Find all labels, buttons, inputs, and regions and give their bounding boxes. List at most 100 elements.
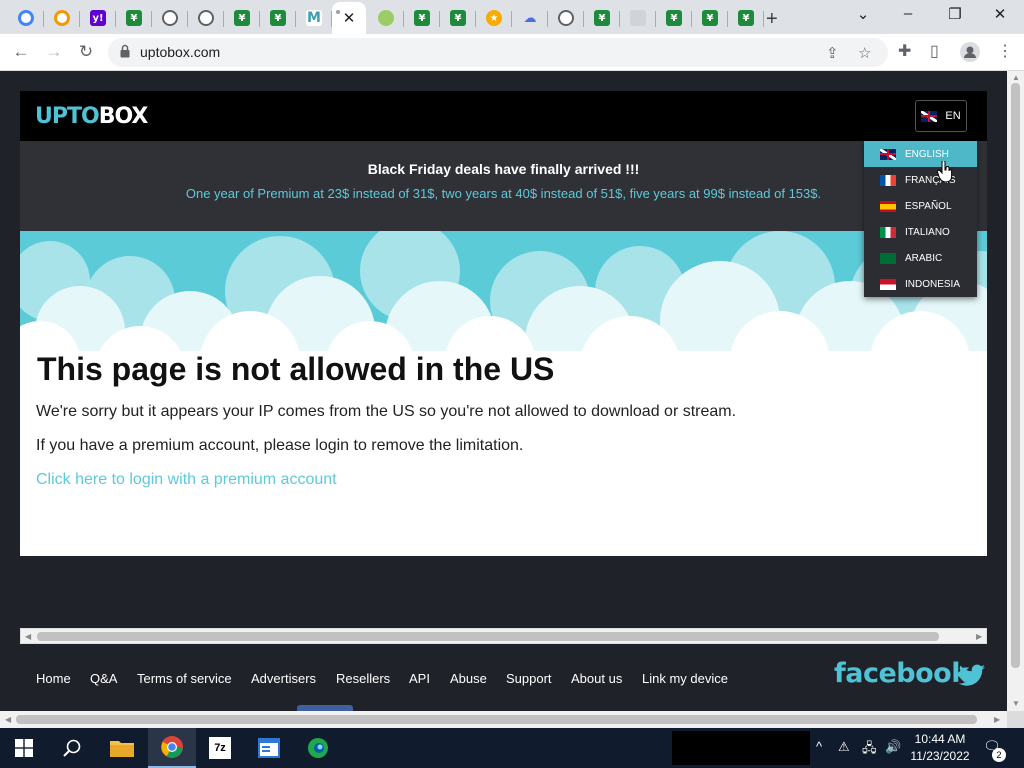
- forward-icon[interactable]: →: [42, 40, 66, 64]
- footer-link-support[interactable]: Support: [506, 671, 552, 686]
- footer-link-api[interactable]: API: [409, 671, 430, 686]
- facebook-logo[interactable]: facebook: [834, 658, 969, 689]
- footer-link-advertisers[interactable]: Advertisers: [251, 671, 316, 686]
- profile-avatar-icon[interactable]: [960, 42, 980, 62]
- browser-tab[interactable]: ¥: [584, 4, 620, 32]
- browser-tab[interactable]: ¥: [692, 4, 728, 32]
- m-icon: M: [306, 10, 322, 26]
- windows-logo-icon: [15, 739, 33, 757]
- language-label: INDONESIA: [905, 278, 961, 290]
- close-window-button[interactable]: ✕: [985, 5, 1015, 23]
- browser-tab[interactable]: ¥: [260, 4, 296, 32]
- footer-link-home[interactable]: Home: [36, 671, 71, 686]
- app-window-button[interactable]: [245, 728, 293, 768]
- footer-link-abuse[interactable]: Abuse: [450, 671, 487, 686]
- scroll-up-icon[interactable]: ▲: [1012, 73, 1020, 82]
- start-button[interactable]: [0, 728, 48, 768]
- bookmark-star-icon[interactable]: ☆: [858, 44, 871, 62]
- tray-expand-icon[interactable]: ^: [816, 739, 822, 754]
- browser-tab[interactable]: ★: [476, 4, 512, 32]
- window-app-icon: [258, 738, 280, 758]
- page-heading: This page is not allowed in the US: [37, 351, 555, 387]
- browser-tab[interactable]: [368, 4, 404, 32]
- footer-link-terms[interactable]: Terms of service: [137, 671, 232, 686]
- browser-tab[interactable]: [188, 4, 224, 32]
- promo-banner: Black Friday deals have finally arrived …: [20, 141, 987, 231]
- share-icon[interactable]: ⇪: [826, 44, 839, 62]
- vertical-scrollbar-thumb[interactable]: [1011, 83, 1020, 668]
- file-explorer-button[interactable]: [98, 728, 146, 768]
- page-viewport: UPTOBOX EN Black Friday deals have final…: [0, 71, 1007, 711]
- language-option-indonesia[interactable]: INDONESIA: [864, 271, 977, 297]
- uptobox-icon: ¥: [126, 10, 142, 26]
- edge-button[interactable]: [294, 728, 342, 768]
- inner-horizontal-scrollbar[interactable]: ◀ ▶: [20, 628, 987, 644]
- taskbar-search-area[interactable]: [672, 731, 810, 765]
- scroll-left-icon[interactable]: ◀: [5, 715, 11, 724]
- scroll-right-icon[interactable]: ▶: [976, 632, 982, 641]
- premium-login-link[interactable]: Click here to login with a premium accou…: [36, 471, 337, 489]
- search-button[interactable]: [48, 728, 96, 768]
- horizontal-scrollbar-thumb[interactable]: [16, 715, 977, 724]
- language-option-arabic[interactable]: ARABIC: [864, 245, 977, 271]
- browser-tab[interactable]: [548, 4, 584, 32]
- reload-icon[interactable]: ↻: [74, 40, 98, 64]
- restore-button[interactable]: ❐: [940, 5, 970, 23]
- extensions-icon[interactable]: ✚: [898, 41, 911, 61]
- browser-tab[interactable]: ¥: [656, 4, 692, 32]
- tab-separator: [763, 11, 764, 27]
- language-option-francais[interactable]: FRANÇAIS: [864, 167, 977, 193]
- footer-link-about[interactable]: About us: [571, 671, 622, 686]
- site-footer: Home Q&A Terms of service Advertisers Re…: [20, 644, 987, 711]
- close-icon[interactable]: ✕: [343, 9, 356, 27]
- browser-tab[interactable]: ¥: [224, 4, 260, 32]
- browser-tab[interactable]: [152, 4, 188, 32]
- inner-scrollbar-thumb[interactable]: [37, 632, 939, 641]
- browser-tab[interactable]: ✕: [332, 2, 366, 34]
- tab-strip: Gy! ¥ ¥ ¥ M ✕ ¥ ¥ ★ ☁ ¥ ¥ ¥ ¥ + ⌄ – ❐ ✕: [0, 0, 1024, 34]
- language-option-italiano[interactable]: ITALIANO: [864, 219, 977, 245]
- network-icon[interactable]: 🖧: [862, 739, 877, 761]
- scroll-left-icon[interactable]: ◀: [25, 632, 31, 641]
- side-panel-icon[interactable]: ▯: [930, 41, 939, 61]
- chrome-taskbar-button[interactable]: [148, 728, 196, 768]
- page-horizontal-scrollbar[interactable]: ◀ ▶: [0, 711, 1007, 728]
- clock-time[interactable]: 10:44 AM: [905, 732, 975, 746]
- browser-tab[interactable]: y!: [80, 4, 116, 32]
- footer-link-device[interactable]: Link my device: [642, 671, 728, 686]
- address-bar[interactable]: uptobox.com ⇪ ☆: [108, 38, 888, 67]
- language-selector-button[interactable]: EN: [915, 100, 967, 132]
- footer-link-resellers[interactable]: Resellers: [336, 671, 390, 686]
- twitter-bird-icon[interactable]: [958, 664, 986, 686]
- browser-tab[interactable]: ☁: [512, 4, 548, 32]
- browser-tab[interactable]: ¥: [116, 4, 152, 32]
- browser-tab[interactable]: M: [296, 4, 332, 32]
- uptobox-logo[interactable]: UPTOBOX: [35, 104, 148, 129]
- footer-link-qa[interactable]: Q&A: [90, 671, 117, 686]
- new-tab-button[interactable]: +: [766, 8, 778, 31]
- browser-tab[interactable]: G: [8, 4, 44, 32]
- volume-icon[interactable]: 🔊: [885, 739, 901, 755]
- browser-tab[interactable]: [620, 4, 656, 32]
- language-option-espanol[interactable]: ESPAÑOL: [864, 193, 977, 219]
- clock-date[interactable]: 11/23/2022: [905, 749, 975, 763]
- page-vertical-scrollbar[interactable]: ▲ ▼: [1007, 71, 1024, 711]
- scroll-right-icon[interactable]: ▶: [994, 715, 1000, 724]
- tab-search-icon[interactable]: ⌄: [848, 5, 878, 23]
- scroll-down-icon[interactable]: ▼: [1012, 699, 1020, 708]
- browser-tab[interactable]: ¥: [440, 4, 476, 32]
- clouds-illustration: [20, 231, 987, 351]
- cloud-icon: ☁: [523, 10, 537, 26]
- network-warning-icon[interactable]: ⚠: [838, 739, 850, 755]
- browser-tab[interactable]: ¥: [404, 4, 440, 32]
- language-option-english[interactable]: ENGLISH: [864, 141, 977, 167]
- menu-kebab-icon[interactable]: ⋮: [997, 41, 1013, 61]
- indonesia-flag-icon: [880, 278, 896, 290]
- browser-tab[interactable]: [44, 4, 80, 32]
- 7zip-button[interactable]: 7z: [196, 728, 244, 768]
- language-label: ENGLISH: [905, 148, 949, 160]
- url-text[interactable]: uptobox.com: [140, 44, 220, 60]
- browser-tab[interactable]: ¥: [728, 4, 764, 32]
- minimize-button[interactable]: –: [893, 5, 923, 22]
- back-icon[interactable]: ←: [9, 40, 33, 64]
